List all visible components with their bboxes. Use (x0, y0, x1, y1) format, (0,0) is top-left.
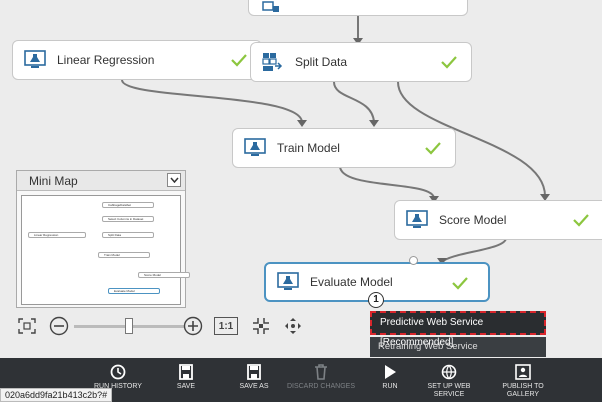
node-linear-regression[interactable]: Linear Regression (12, 40, 262, 80)
menu-item-predictive-web-service[interactable]: Predictive Web Service [Recommended] (370, 311, 546, 348)
run-button[interactable]: RUN (376, 358, 404, 402)
mini-map-node: Train Model (98, 252, 150, 258)
publish-to-gallery-button[interactable]: PUBLISH TO GALLERY (500, 358, 546, 402)
mini-map-header[interactable]: Mini Map (17, 171, 185, 191)
run-label: RUN (382, 383, 398, 390)
checkmark-icon (231, 54, 247, 67)
discard-changes-button[interactable]: DISCARD CHANGES (286, 358, 356, 402)
menu-item-retraining-web-service[interactable]: Retraining Web Service (370, 337, 546, 357)
mini-map-node: Score Model (138, 272, 190, 278)
save-button[interactable]: SAVE (166, 358, 206, 402)
node-label: Linear Regression (57, 53, 155, 67)
fit-selection-icon[interactable] (250, 316, 272, 336)
monitor-flask-icon (24, 50, 46, 68)
input-port[interactable] (409, 256, 418, 265)
mini-map-node: CabbageDataSet (102, 202, 154, 208)
node-train-model[interactable]: Train Model (232, 128, 456, 168)
actual-size-button[interactable]: 1:1 (214, 317, 238, 335)
save-as-button[interactable]: SAVE AS (232, 358, 276, 402)
node-split-data[interactable]: Split Data (250, 42, 472, 82)
save-label: SAVE (176, 383, 196, 390)
status-bar-url: 020a6dd9fa21b413c2b?# (0, 388, 113, 402)
checkmark-icon (425, 142, 441, 155)
node-label: Train Model (277, 141, 340, 155)
mini-map-node: Evaluate Model (108, 288, 160, 294)
monitor-flask-icon (406, 210, 428, 228)
monitor-flask-icon (277, 272, 299, 290)
mini-map-node: Select Columns in Dataset (102, 216, 154, 222)
gallery-icon (515, 364, 531, 380)
monitor-flask-icon (244, 138, 266, 156)
fit-to-screen-icon[interactable] (16, 316, 38, 336)
set-up-web-service-label: SET UP WEB SERVICE (427, 383, 471, 398)
actual-size-label: 1:1 (218, 320, 234, 332)
checkmark-icon (441, 56, 457, 69)
node-label: Split Data (295, 55, 348, 69)
zoom-slider-thumb[interactable] (125, 317, 133, 334)
checkmark-icon (452, 277, 468, 290)
zoom-in-icon[interactable] (182, 316, 204, 336)
zoom-toolbar: 1:1 (0, 312, 310, 340)
trash-icon (315, 364, 327, 380)
save-icon (179, 364, 193, 380)
step-number-badge: 1 (368, 292, 384, 308)
node-top-partial[interactable] (248, 0, 468, 16)
save-as-label: SAVE AS (239, 383, 269, 390)
play-icon (385, 365, 396, 379)
pan-icon[interactable] (282, 316, 304, 336)
discard-changes-label: DISCARD CHANGES (286, 383, 356, 390)
node-score-model[interactable]: Score Model (394, 200, 602, 240)
zoom-slider[interactable] (72, 316, 186, 336)
publish-to-gallery-label: PUBLISH TO GALLERY (502, 383, 544, 398)
web-service-menu: Predictive Web Service [Recommended] Ret… (370, 311, 546, 357)
zoom-slider-track (74, 317, 184, 334)
mini-map-panel: Mini Map CabbageDataSet Select Columns i… (16, 170, 190, 308)
experiment-canvas[interactable]: Linear Regression Split Data Train Model… (0, 0, 602, 358)
node-label: Score Model (439, 213, 507, 227)
dataset-module-icon (262, 1, 279, 12)
mini-map-title: Mini Map (29, 174, 78, 188)
mini-map-node: Split Data (102, 232, 154, 238)
web-service-icon (441, 364, 457, 380)
checkmark-icon (573, 214, 589, 227)
clock-icon (110, 364, 126, 380)
split-grid-icon (262, 53, 283, 71)
save-as-icon (247, 364, 261, 380)
mini-map-node: Linear Regression (28, 232, 86, 238)
node-label: Evaluate Model (310, 275, 393, 289)
zoom-out-icon[interactable] (48, 316, 70, 336)
mini-map-view[interactable]: CabbageDataSet Select Columns in Dataset… (21, 195, 190, 305)
set-up-web-service-button[interactable]: SET UP WEB SERVICE (428, 358, 470, 402)
chevron-down-icon[interactable] (167, 173, 181, 187)
